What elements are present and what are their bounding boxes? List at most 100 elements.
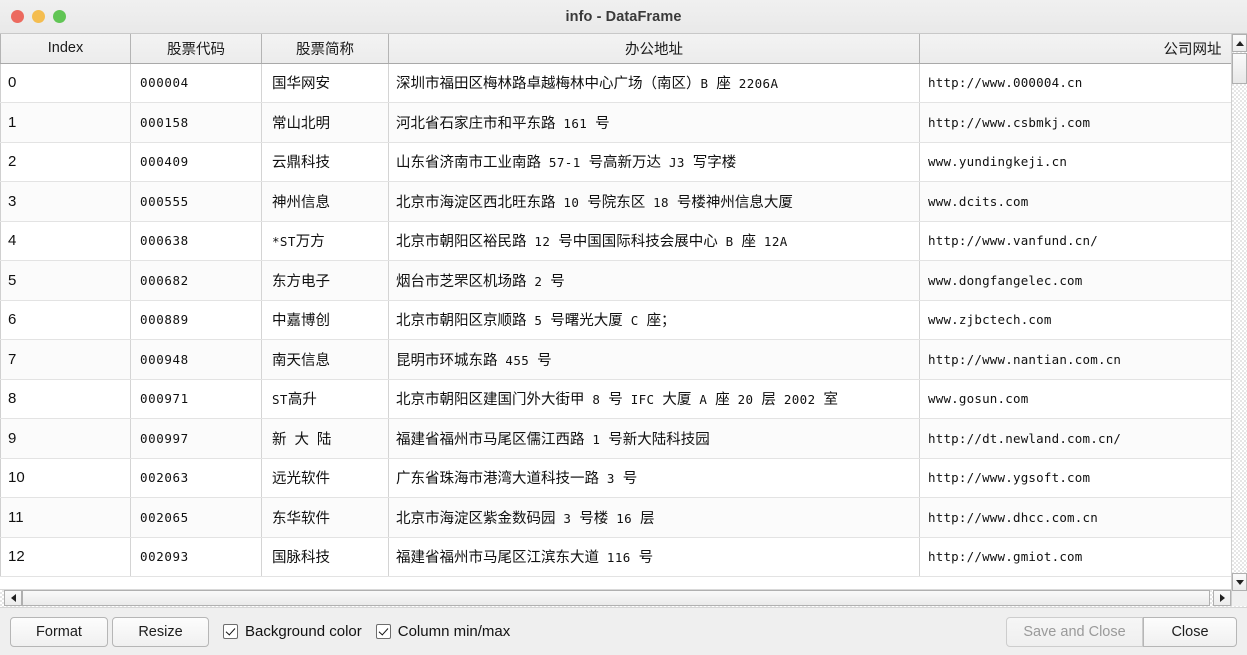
cell-company-website[interactable]: www.dongfangelec.com	[919, 260, 1232, 301]
cell-index[interactable]: 2	[0, 142, 131, 182]
cell-stock-code[interactable]: 000555	[130, 181, 262, 222]
cell-index[interactable]: 10	[0, 458, 131, 498]
cell-index[interactable]: 3	[0, 181, 131, 222]
cell-stock-name[interactable]: 新 大 陆	[261, 418, 389, 459]
cell-office-address[interactable]: 深圳市福田区梅林路卓越梅林中心广场（南区）B 座 2206A	[388, 63, 920, 103]
cell-stock-name[interactable]: 东方电子	[261, 260, 389, 301]
cell-stock-name[interactable]: 神州信息	[261, 181, 389, 222]
cell-index[interactable]: 12	[0, 537, 131, 577]
scroll-down-button[interactable]	[1232, 573, 1247, 591]
table-row[interactable]: 10 002063 远光软件 广东省珠海市港湾大道科技一路 3 号 http://www…	[0, 458, 1232, 498]
close-window-button[interactable]	[11, 10, 24, 23]
cell-index[interactable]: 5	[0, 260, 131, 301]
horizontal-scrollbar-thumb[interactable]	[22, 590, 1210, 606]
table-row[interactable]: 3 000555 神州信息 北京市海淀区西北旺东路 10 号院东区 18 号楼神州信息…	[0, 181, 1232, 222]
cell-office-address[interactable]: 北京市朝阳区建国门外大街甲 8 号 IFC 大厦 A 座 20 层 2002 室	[388, 379, 920, 419]
background-color-checkbox-group[interactable]: Background color	[223, 623, 362, 640]
cell-stock-code[interactable]: 000889	[130, 300, 262, 340]
scroll-right-button[interactable]	[1213, 590, 1231, 606]
cell-stock-code[interactable]: 000158	[130, 102, 262, 143]
cell-index[interactable]: 1	[0, 102, 131, 143]
cell-stock-name[interactable]: 东华软件	[261, 497, 389, 538]
column-header-company-website[interactable]: 公司网址	[919, 34, 1232, 64]
cell-index[interactable]: 0	[0, 63, 131, 103]
cell-index[interactable]: 8	[0, 379, 131, 419]
cell-stock-name[interactable]: 中嘉博创	[261, 300, 389, 340]
cell-office-address[interactable]: 北京市朝阳区京顺路 5 号曙光大厦 C 座；	[388, 300, 920, 340]
table-row[interactable]: 5 000682 东方电子 烟台市芝罘区机场路 2 号 www.dongfangelec…	[0, 260, 1232, 301]
scroll-left-button[interactable]	[4, 590, 22, 606]
cell-stock-code[interactable]: 000971	[130, 379, 262, 419]
background-color-checkbox[interactable]	[223, 624, 238, 639]
cell-stock-code[interactable]: 000948	[130, 339, 262, 380]
cell-stock-name[interactable]: 国脉科技	[261, 537, 389, 577]
cell-stock-name[interactable]: 南天信息	[261, 339, 389, 380]
cell-index[interactable]: 11	[0, 497, 131, 538]
cell-stock-code[interactable]: 000997	[130, 418, 262, 459]
cell-office-address[interactable]: 河北省石家庄市和平东路 161 号	[388, 102, 920, 143]
cell-office-address[interactable]: 广东省珠海市港湾大道科技一路 3 号	[388, 458, 920, 498]
cell-company-website[interactable]: http://www.ygsoft.com	[919, 458, 1232, 498]
cell-office-address[interactable]: 福建省福州市马尾区儒江西路 1 号新大陆科技园	[388, 418, 920, 459]
cell-stock-code[interactable]: 000409	[130, 142, 262, 182]
cell-stock-name[interactable]: 云鼎科技	[261, 142, 389, 182]
format-button[interactable]: Format	[10, 616, 108, 647]
column-minmax-checkbox[interactable]	[375, 624, 391, 639]
table-row[interactable]: 4 000638 *ST万方 北京市朝阳区裕民路 12 号中国国际科技会展中心 B 座…	[0, 221, 1232, 261]
cell-index[interactable]: 7	[0, 339, 131, 380]
table-row[interactable]: 9 000997 新 大 陆福建省福州市马尾区儒江西路 1 号新大陆科技园 http:…	[0, 418, 1232, 459]
cell-stock-code[interactable]: 002063	[130, 458, 262, 498]
table-row[interactable]: 0 000004 国华网安 深圳市福田区梅林路卓越梅林中心广场（南区）B 座 2206…	[0, 63, 1232, 103]
column-header-index[interactable]: Index	[0, 34, 131, 64]
cell-company-website[interactable]: http://www.nantian.com.cn	[919, 339, 1232, 380]
cell-index[interactable]: 9	[0, 418, 131, 459]
cell-office-address[interactable]: 烟台市芝罘区机场路 2 号	[388, 260, 920, 301]
cell-stock-name[interactable]: 常山北明	[261, 102, 389, 143]
cell-company-website[interactable]: http://www.gmiot.com	[919, 537, 1232, 577]
table-row[interactable]: 6 000889 中嘉博创 北京市朝阳区京顺路 5 号曙光大厦 C 座； www.zjb…	[0, 300, 1232, 340]
table-row[interactable]: 8 000971 ST高升 北京市朝阳区建国门外大街甲 8 号 IFC 大厦 A 座 …	[0, 379, 1232, 419]
cell-office-address[interactable]: 昆明市环城东路 455 号	[388, 339, 920, 380]
cell-office-address[interactable]: 北京市朝阳区裕民路 12 号中国国际科技会展中心 B 座 12A	[388, 221, 920, 261]
cell-index[interactable]: 6	[0, 300, 131, 340]
cell-company-website[interactable]: www.zjbctech.com	[919, 300, 1232, 340]
cell-office-address[interactable]: 福建省福州市马尾区江滨东大道 116 号	[388, 537, 920, 577]
close-button[interactable]: Close	[1143, 616, 1237, 647]
resize-button[interactable]: Resize	[112, 616, 209, 647]
cell-stock-code[interactable]: 002065	[130, 497, 262, 538]
cell-stock-code[interactable]: 002093	[130, 537, 262, 577]
cell-index[interactable]: 4	[0, 221, 131, 261]
cell-stock-name[interactable]: 国华网安	[261, 63, 389, 103]
cell-company-website[interactable]: http://www.dhcc.com.cn	[919, 497, 1232, 538]
cell-office-address[interactable]: 山东省济南市工业南路 57-1 号高新万达 J3 写字楼	[388, 142, 920, 182]
cell-stock-code[interactable]: 000638	[130, 221, 262, 261]
cell-stock-code[interactable]: 000004	[130, 63, 262, 103]
cell-company-website[interactable]: http://www.csbmkj.com	[919, 102, 1232, 143]
table-row[interactable]: 1 000158 常山北明 河北省石家庄市和平东路 161 号 http://www.c…	[0, 102, 1232, 143]
vertical-scrollbar[interactable]	[1231, 34, 1247, 591]
column-header-stock-code[interactable]: 股票代码	[130, 34, 262, 64]
maximize-window-button[interactable]	[53, 10, 66, 23]
cell-company-website[interactable]: www.yundingkeji.cn	[919, 142, 1232, 182]
cell-stock-name[interactable]: *ST万方	[261, 221, 389, 261]
cell-company-website[interactable]: http://www.vanfund.cn/	[919, 221, 1232, 261]
minimize-window-button[interactable]	[32, 10, 45, 23]
cell-stock-name[interactable]: ST高升	[261, 379, 389, 419]
vertical-scrollbar-thumb[interactable]	[1232, 53, 1247, 84]
cell-office-address[interactable]: 北京市海淀区紫金数码园 3 号楼 16 层	[388, 497, 920, 538]
cell-stock-name[interactable]: 远光软件	[261, 458, 389, 498]
table-row[interactable]: 11 002065 东华软件 北京市海淀区紫金数码园 3 号楼 16 层 http://…	[0, 497, 1232, 538]
scroll-up-button[interactable]	[1232, 34, 1247, 52]
table-row[interactable]: 7 000948 南天信息 昆明市环城东路 455 号 http://www.nanti…	[0, 339, 1232, 380]
cell-company-website[interactable]: http://www.000004.cn	[919, 63, 1232, 103]
table-row[interactable]: 2 000409 云鼎科技 山东省济南市工业南路 57-1 号高新万达 J3 写字楼 w…	[0, 142, 1232, 182]
cell-company-website[interactable]: www.gosun.com	[919, 379, 1232, 419]
cell-company-website[interactable]: www.dcits.com	[919, 181, 1232, 222]
cell-office-address[interactable]: 北京市海淀区西北旺东路 10 号院东区 18 号楼神州信息大厦	[388, 181, 920, 222]
column-header-stock-name[interactable]: 股票简称	[261, 34, 389, 64]
table-row[interactable]: 12 002093 国脉科技 福建省福州市马尾区江滨东大道 116 号 http://w…	[0, 537, 1232, 577]
horizontal-scrollbar[interactable]	[0, 589, 1247, 607]
dataframe-grid[interactable]: Index 股票代码 股票简称 办公地址 公司网址 0 000004 国华网安 深圳市…	[0, 34, 1247, 589]
cell-stock-code[interactable]: 000682	[130, 260, 262, 301]
column-minmax-checkbox-group[interactable]: Column min/max	[375, 623, 510, 640]
